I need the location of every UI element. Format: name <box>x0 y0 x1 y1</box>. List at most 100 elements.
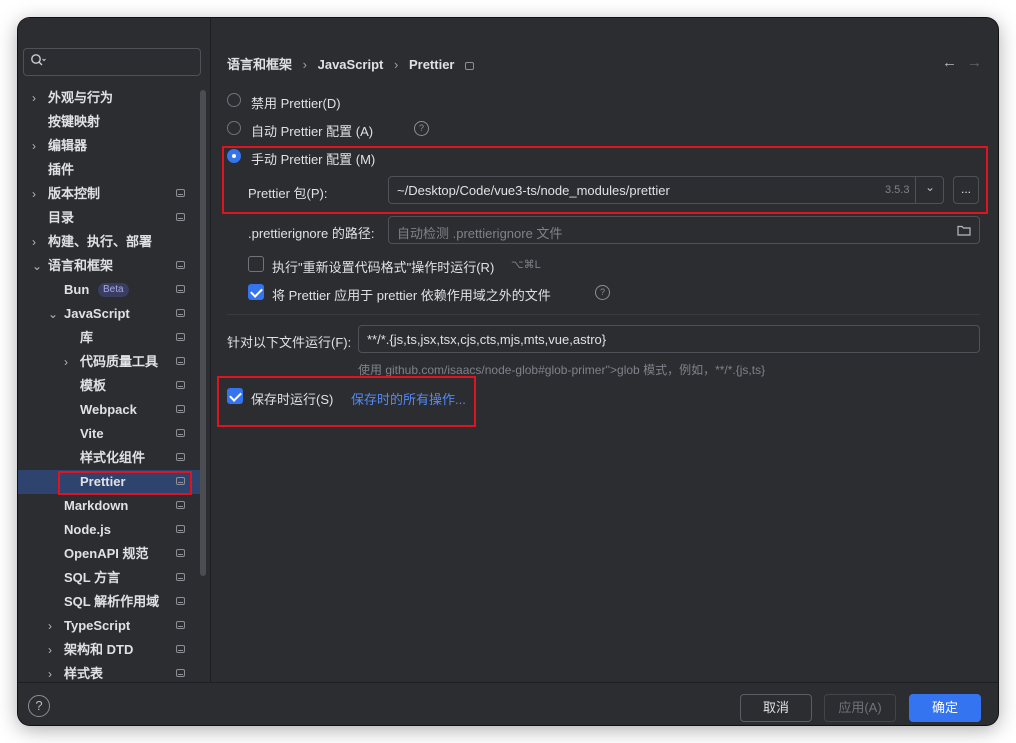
sidebar-item[interactable]: Webpack <box>18 398 200 422</box>
sidebar-item[interactable]: 按键映射 <box>18 110 200 134</box>
project-scope-icon <box>176 213 185 221</box>
breadcrumb-separator: › <box>302 57 307 72</box>
chevron-down-icon[interactable]: ⌄ <box>48 302 58 326</box>
reformat-checkbox[interactable] <box>248 256 264 272</box>
sidebar-item[interactable]: 模板 <box>18 374 200 398</box>
prettierignore-field[interactable]: 自动检测 .prettierignore 文件 <box>388 216 980 244</box>
project-scope-icon <box>176 333 185 341</box>
sidebar-item[interactable]: Vite <box>18 422 200 446</box>
radio-auto-label: 自动 Prettier 配置 (A) <box>251 124 374 139</box>
sidebar-item[interactable]: Node.js <box>18 518 200 542</box>
chevron-right-icon[interactable]: › <box>32 230 36 254</box>
help-icon[interactable]: ? <box>595 285 610 300</box>
dialog-footer: ? 取消 应用(A) 确定 <box>18 682 998 725</box>
project-scope-icon <box>176 549 185 557</box>
project-scope-icon <box>176 285 185 293</box>
highlight-box-run-on-save <box>217 376 476 427</box>
ok-button[interactable]: 确定 <box>909 694 981 722</box>
sidebar-item-label: 按键映射 <box>48 114 101 129</box>
search-icon <box>30 53 46 70</box>
sidebar-item-label: 语言和框架 <box>48 258 114 273</box>
sidebar-item[interactable]: 库 <box>18 326 200 350</box>
cancel-button[interactable]: 取消 <box>740 694 812 722</box>
sidebar-item-label: Vite <box>80 426 104 441</box>
sidebar-item-label: Markdown <box>64 498 129 513</box>
help-icon[interactable]: ? <box>414 121 429 136</box>
chevron-right-icon[interactable]: › <box>32 182 36 206</box>
sidebar-item-label: 架构和 DTD <box>64 642 134 657</box>
sidebar-item[interactable]: › 架构和 DTD <box>18 638 200 662</box>
radio-disable-prettier[interactable] <box>227 93 241 107</box>
sidebar-item[interactable]: Bun Beta <box>18 278 200 302</box>
sidebar-item-label: TypeScript <box>64 618 131 633</box>
run-files-field[interactable]: **/*.{js,ts,jsx,tsx,cjs,cts,mjs,mts,vue,… <box>358 325 980 353</box>
highlight-box-manual-config <box>222 146 988 214</box>
sidebar-item-label: OpenAPI 规范 <box>64 546 149 561</box>
reformat-label: 执行"重新设置代码格式"操作时运行(R) <box>272 260 495 275</box>
breadcrumb: 语言和框架 › JavaScript › Prettier <box>227 54 481 73</box>
chevron-right-icon[interactable]: › <box>32 86 36 110</box>
sidebar-item[interactable]: Markdown <box>18 494 200 518</box>
settings-window: 设置 ›外观与行为按键映射›编辑器插件›版本控制目录›构建、执行、部署⌄语言和框… <box>18 18 998 725</box>
sidebar-item[interactable]: 目录 <box>18 206 200 230</box>
breadcrumb-item[interactable]: 语言和框架 <box>227 57 292 72</box>
project-scope-icon <box>176 573 185 581</box>
breadcrumb-item[interactable]: JavaScript <box>318 57 384 72</box>
run-files-value: **/*.{js,ts,jsx,tsx,cjs,cts,mjs,mts,vue,… <box>367 332 607 347</box>
sidebar-item[interactable]: › 版本控制 <box>18 182 200 206</box>
sidebar-item[interactable]: › 外观与行为 <box>18 86 200 110</box>
forward-arrow-icon[interactable]: → <box>967 54 982 71</box>
project-scope-icon <box>176 405 185 413</box>
apply-button[interactable]: 应用(A) <box>824 694 896 722</box>
sidebar-item-label: 构建、执行、部署 <box>48 234 153 249</box>
sidebar-item-label: 编辑器 <box>48 138 88 153</box>
sidebar-item-label: Webpack <box>80 402 137 417</box>
folder-icon[interactable] <box>957 224 971 239</box>
project-scope-icon <box>176 381 185 389</box>
sidebar-item[interactable]: 插件 <box>18 158 200 182</box>
section-divider <box>227 314 980 315</box>
radio-auto-prettier[interactable] <box>227 121 241 135</box>
project-scope-icon <box>176 669 185 677</box>
sidebar-item[interactable]: › 代码质量工具 <box>18 350 200 374</box>
sidebar-item-label: 目录 <box>48 210 75 225</box>
sidebar-item[interactable]: › 编辑器 <box>18 134 200 158</box>
prettierignore-placeholder: 自动检测 .prettierignore 文件 <box>397 226 563 241</box>
chevron-right-icon[interactable]: › <box>64 350 68 374</box>
outside-scope-label: 将 Prettier 应用于 prettier 依赖作用域之外的文件 <box>272 288 551 303</box>
project-scope-icon <box>176 261 185 269</box>
sidebar-item-label: Node.js <box>64 522 111 537</box>
sidebar-item[interactable]: ⌄ 语言和框架 <box>18 254 200 278</box>
project-scope-icon <box>176 189 185 197</box>
sidebar-item-label: 插件 <box>48 162 75 177</box>
sidebar-item[interactable]: 样式化组件 <box>18 446 200 470</box>
help-icon[interactable]: ? <box>28 695 50 717</box>
chevron-right-icon[interactable]: › <box>48 614 52 638</box>
project-scope-icon <box>176 501 185 509</box>
project-scope-icon <box>176 429 185 437</box>
chevron-down-icon[interactable]: ⌄ <box>32 254 42 278</box>
sidebar-item-label: JavaScript <box>64 306 130 321</box>
sidebar-item[interactable]: ⌄ JavaScript <box>18 302 200 326</box>
sidebar-item[interactable]: › 构建、执行、部署 <box>18 230 200 254</box>
sidebar-item-label: 版本控制 <box>48 186 101 201</box>
sidebar-item[interactable]: › TypeScript <box>18 614 200 638</box>
sidebar-item-label: 库 <box>80 330 94 345</box>
sidebar-item-label: 外观与行为 <box>48 90 114 105</box>
outside-scope-checkbox[interactable] <box>248 284 264 300</box>
reformat-shortcut: ⌥⌘L <box>511 259 541 271</box>
prettierignore-label: .prettierignore 的路径: <box>248 226 375 241</box>
sidebar-item[interactable]: SQL 方言 <box>18 566 200 590</box>
project-scope-icon <box>176 621 185 629</box>
chevron-right-icon[interactable]: › <box>32 134 36 158</box>
project-scope-icon <box>465 62 475 70</box>
sidebar-item[interactable]: OpenAPI 规范 <box>18 542 200 566</box>
back-arrow-icon[interactable]: ← <box>942 54 957 71</box>
settings-content: 语言和框架 › JavaScript › Prettier ← → 禁用 Pre… <box>211 18 998 682</box>
radio-disable-label: 禁用 Prettier(D) <box>251 96 341 111</box>
sidebar-scrollbar[interactable] <box>200 90 206 576</box>
sidebar-item[interactable]: SQL 解析作用域 <box>18 590 200 614</box>
sidebar-item-label: 代码质量工具 <box>80 354 159 369</box>
chevron-right-icon[interactable]: › <box>48 638 52 662</box>
search-input[interactable] <box>23 48 201 76</box>
